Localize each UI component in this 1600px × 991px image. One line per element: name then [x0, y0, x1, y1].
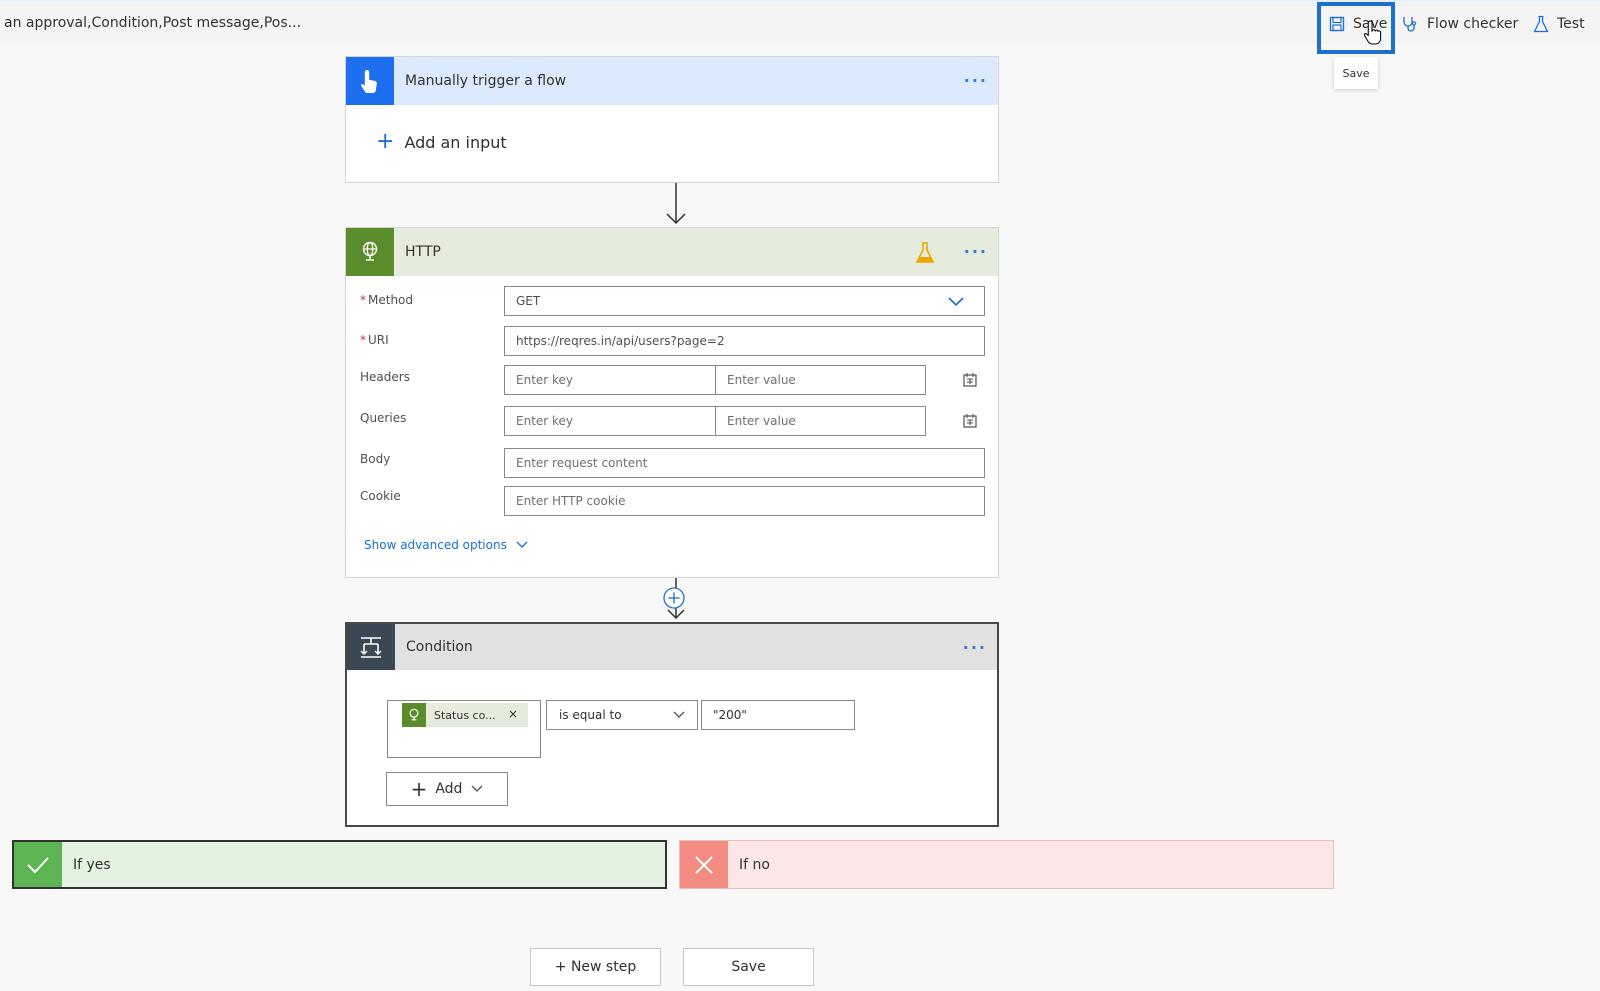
status-code-token[interactable]: Status co... ×: [402, 703, 528, 727]
plus-icon: +: [376, 129, 395, 154]
save-tooltip: Save: [1334, 57, 1378, 89]
chevron-down-icon: [516, 541, 528, 548]
globe-icon: [402, 703, 426, 727]
show-advanced-options-label: Show advanced options: [364, 538, 507, 552]
body-label: Body: [360, 452, 391, 466]
checkmark-icon: [14, 842, 62, 887]
flow-title: an approval,Condition,Post message,Pos..…: [4, 15, 301, 31]
globe-icon: [346, 228, 394, 276]
if-yes-label: If yes: [73, 856, 111, 873]
queries-key-input[interactable]: Enter key: [504, 406, 716, 436]
method-label: * Method: [360, 293, 414, 307]
uri-label: * URI: [360, 333, 389, 347]
trigger-card-header[interactable]: Manually trigger a flow ···: [346, 57, 998, 105]
flask-icon[interactable]: [914, 241, 936, 265]
http-card[interactable]: HTTP ··· * Method GET * URI https://reqres…: [345, 227, 999, 578]
headers-key-input[interactable]: Enter key: [504, 365, 716, 395]
cookie-label: Cookie: [360, 489, 401, 503]
uri-input[interactable]: https://reqres.in/api/users?page=2: [504, 326, 985, 356]
condition-value: "200": [713, 708, 747, 722]
switch-mode-icon[interactable]: [961, 412, 979, 430]
footer-save-button[interactable]: Save: [683, 948, 814, 986]
flask-icon: [1533, 15, 1549, 33]
queries-value-input[interactable]: Enter value: [715, 406, 926, 436]
if-no-label: If no: [739, 856, 770, 873]
body-input[interactable]: Enter request content: [504, 448, 985, 478]
if-no-branch[interactable]: If no: [679, 840, 1334, 889]
condition-left-operand[interactable]: Status co... ×: [387, 700, 541, 758]
close-icon: [680, 841, 728, 888]
condition-value-input[interactable]: "200": [701, 700, 855, 730]
flow-checker-button[interactable]: Flow checker: [1401, 12, 1518, 36]
condition-card[interactable]: Condition ··· Status co... × is equal to…: [345, 622, 999, 827]
http-card-header[interactable]: HTTP ···: [346, 228, 998, 276]
remove-token-icon[interactable]: ×: [508, 707, 518, 721]
queries-label: Queries: [360, 411, 407, 425]
show-advanced-options-link[interactable]: Show advanced options: [364, 538, 528, 552]
insert-step-plus-icon[interactable]: [662, 586, 686, 610]
condition-more-menu[interactable]: ···: [963, 638, 987, 657]
new-step-button[interactable]: + New step: [530, 948, 661, 986]
chevron-down-icon: [673, 711, 685, 718]
flow-checker-label: Flow checker: [1427, 16, 1519, 32]
chevron-down-icon: [471, 785, 483, 792]
cookie-input[interactable]: Enter HTTP cookie: [504, 486, 985, 516]
operator-value: is equal to: [559, 708, 622, 722]
condition-icon: [347, 624, 395, 670]
condition-card-header[interactable]: Condition ···: [347, 624, 997, 670]
http-card-title: HTTP: [405, 244, 441, 260]
add-condition-button[interactable]: + Add: [386, 772, 508, 806]
plus-icon: +: [410, 777, 428, 801]
save-highlight-box: [1317, 2, 1395, 54]
method-select[interactable]: GET: [504, 286, 985, 316]
switch-mode-icon[interactable]: [961, 371, 979, 389]
trigger-card-title: Manually trigger a flow: [405, 73, 567, 89]
hand-cursor-icon: [1364, 20, 1382, 45]
method-value: GET: [516, 294, 541, 308]
touch-icon: [346, 57, 394, 105]
add-condition-label: Add: [435, 781, 463, 797]
condition-card-title: Condition: [406, 639, 473, 655]
add-input-button[interactable]: + Add an input: [376, 131, 507, 153]
headers-label: Headers: [360, 370, 410, 384]
headers-value-input[interactable]: Enter value: [715, 365, 926, 395]
test-label: Test: [1557, 16, 1585, 32]
trigger-more-menu[interactable]: ···: [964, 71, 988, 90]
if-yes-branch[interactable]: If yes: [12, 840, 667, 889]
operator-select[interactable]: is equal to: [546, 700, 698, 730]
stethoscope-icon: [1403, 17, 1417, 32]
connector-arrow: [666, 183, 686, 225]
status-code-token-label: Status co...: [434, 708, 496, 722]
chevron-down-icon: [948, 297, 964, 307]
test-button[interactable]: Test: [1533, 12, 1585, 36]
uri-value: https://reqres.in/api/users?page=2: [516, 334, 725, 348]
trigger-card[interactable]: Manually trigger a flow ··· + Add an inp…: [345, 56, 999, 183]
add-input-label: Add an input: [404, 132, 507, 152]
http-more-menu[interactable]: ···: [964, 242, 988, 261]
